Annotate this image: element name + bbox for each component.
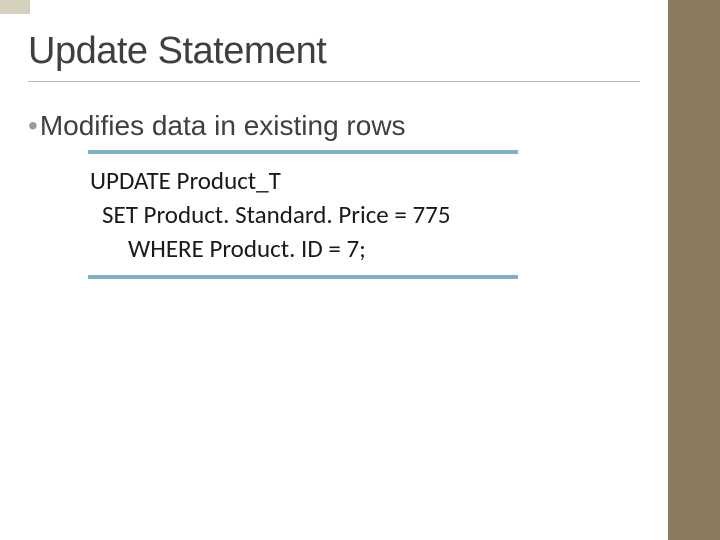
code-line-3: WHERE Product. ID = 7; (90, 232, 516, 266)
right-accent-stripe (668, 0, 720, 540)
code-box: UPDATE Product_T SET Product. Standard. … (88, 150, 518, 279)
title-underline (28, 81, 640, 82)
bullet-row: •Modifies data in existing rows (28, 110, 640, 142)
code-line-2: SET Product. Standard. Price = 775 (90, 198, 516, 232)
code-bottom-rule (88, 275, 518, 279)
top-left-tab (0, 0, 30, 14)
bullet-text: Modifies data in existing rows (40, 110, 406, 141)
bullet-dot-icon: • (28, 110, 38, 141)
code-lines: UPDATE Product_T SET Product. Standard. … (88, 154, 518, 275)
code-line-1: UPDATE Product_T (90, 164, 516, 198)
slide-content: Update Statement •Modifies data in exist… (28, 30, 640, 279)
slide-title: Update Statement (28, 30, 640, 73)
